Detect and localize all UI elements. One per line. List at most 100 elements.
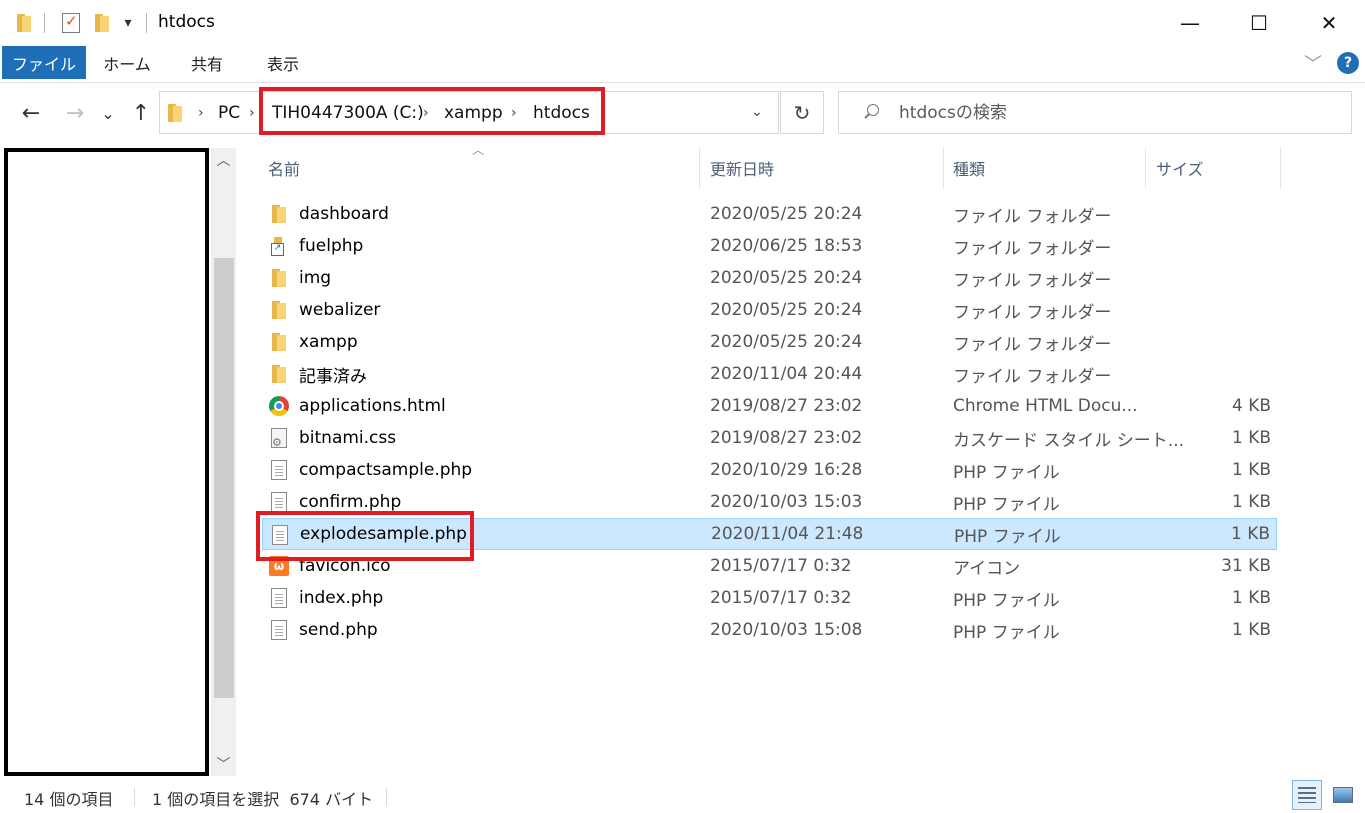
tab-file[interactable]: ファイル xyxy=(2,46,86,79)
navigation-pane[interactable] xyxy=(4,148,209,776)
refresh-button[interactable]: ↻ xyxy=(780,91,824,134)
tab-share[interactable]: 共有 xyxy=(172,46,242,79)
file-name: favicon.ico xyxy=(299,556,391,576)
chrome-icon xyxy=(269,396,289,416)
search-box[interactable] xyxy=(838,91,1352,134)
search-input[interactable] xyxy=(899,102,1319,123)
file-row-confirm[interactable]: confirm.php 2020/10/03 15:03 PHP ファイル 1 … xyxy=(262,486,1277,518)
file-row-dashboard[interactable]: dashboard 2020/05/25 20:24 ファイル フォルダー xyxy=(262,198,1277,230)
file-type: ファイル フォルダー xyxy=(953,206,1112,227)
large-icons-view-icon xyxy=(1333,787,1353,803)
file-type: PHP ファイル xyxy=(953,622,1060,643)
details-view-icon xyxy=(1298,787,1316,803)
document-icon xyxy=(269,588,289,608)
breadcrumb-xampp[interactable]: xampp xyxy=(444,92,503,133)
scroll-up-icon[interactable]: ︿ xyxy=(211,148,236,172)
status-bar: 14 個の項目 1 個の項目を選択 674 バイト xyxy=(0,780,1365,813)
css-file-icon xyxy=(269,428,289,449)
tab-view[interactable]: 表示 xyxy=(248,46,318,79)
file-name: compactsample.php xyxy=(299,460,473,480)
folder-icon xyxy=(269,300,289,320)
scrollbar-thumb[interactable] xyxy=(214,258,234,698)
file-type: PHP ファイル xyxy=(954,526,1061,547)
file-row-index[interactable]: index.php 2015/07/17 0:32 PHP ファイル 1 KB xyxy=(262,582,1277,614)
file-type: ファイル フォルダー xyxy=(953,302,1112,323)
chevron-right-icon[interactable]: › xyxy=(511,92,517,133)
column-header-size[interactable]: サイズ xyxy=(1148,148,1281,188)
title-bar: ▾ htdocs — ☐ ✕ xyxy=(0,0,1365,46)
file-row-kiji[interactable]: 記事済み 2020/11/04 20:44 ファイル フォルダー xyxy=(262,358,1277,390)
address-history-dropdown[interactable]: ⌄ xyxy=(746,100,768,124)
help-icon[interactable]: ? xyxy=(1337,52,1359,74)
chevron-right-icon[interactable]: › xyxy=(423,92,429,133)
recent-locations-button[interactable]: ⌄ xyxy=(95,93,121,133)
details-view-button[interactable] xyxy=(1292,780,1322,810)
file-row-webalizer[interactable]: webalizer 2020/05/25 20:24 ファイル フォルダー xyxy=(262,294,1277,326)
file-type: アイコン xyxy=(953,558,1021,579)
large-icons-view-button[interactable] xyxy=(1328,780,1358,810)
chevron-right-icon[interactable]: › xyxy=(249,92,255,133)
navigation-pane-scrollbar[interactable]: ︿ ﹀ xyxy=(211,148,236,776)
chevron-right-icon[interactable]: › xyxy=(198,92,204,133)
file-name: xampp xyxy=(299,332,358,352)
expand-ribbon-icon[interactable]: ﹀ xyxy=(1300,50,1326,76)
file-row-xampp[interactable]: xampp 2020/05/25 20:24 ファイル フォルダー xyxy=(262,326,1277,358)
file-size: 1 KB xyxy=(1231,460,1271,480)
file-row-compactsample[interactable]: compactsample.php 2020/10/29 16:28 PHP フ… xyxy=(262,454,1277,486)
file-size: 1 KB xyxy=(1231,492,1271,512)
item-count: 14 個の項目 xyxy=(24,790,114,809)
file-type: ファイル フォルダー xyxy=(953,238,1112,259)
scroll-down-icon[interactable]: ﹀ xyxy=(211,752,236,776)
breadcrumb-drive[interactable]: TIH0447300A (C:) xyxy=(272,92,424,133)
address-bar[interactable]: › PC › TIH0447300A (C:) › xampp › htdocs xyxy=(159,91,779,134)
maximize-button[interactable]: ☐ xyxy=(1224,0,1294,46)
file-date: 2020/10/03 15:08 xyxy=(710,620,863,640)
file-type: PHP ファイル xyxy=(953,590,1060,611)
file-type: ファイル フォルダー xyxy=(953,366,1112,387)
file-name: fuelphp xyxy=(299,236,364,256)
file-type: カスケード スタイル シート... xyxy=(953,430,1185,451)
shortcut-folder-icon xyxy=(269,236,289,256)
file-date: 2020/05/25 20:24 xyxy=(710,332,863,352)
back-button[interactable]: ← xyxy=(14,93,48,133)
folder-icon xyxy=(269,364,289,384)
file-row-img[interactable]: img 2020/05/25 20:24 ファイル フォルダー xyxy=(262,262,1277,294)
file-list: dashboard 2020/05/25 20:24 ファイル フォルダー fu… xyxy=(262,198,1277,646)
file-row-favicon[interactable]: ω favicon.ico 2015/07/17 0:32 アイコン 31 KB xyxy=(262,550,1277,582)
minimize-button[interactable]: — xyxy=(1155,0,1225,46)
file-date: 2015/07/17 0:32 xyxy=(710,588,852,608)
file-type: Chrome HTML Docu... xyxy=(953,396,1138,416)
file-row-bitnami-css[interactable]: bitnami.css 2019/08/27 23:02 カスケード スタイル … xyxy=(262,422,1277,454)
file-date: 2020/11/04 20:44 xyxy=(710,364,863,384)
folder-icon xyxy=(269,268,289,288)
folder-icon xyxy=(269,204,289,224)
selection-info: 1 個の項目を選択 674 バイト xyxy=(152,790,374,809)
search-icon xyxy=(861,103,881,123)
up-button[interactable]: ↑ xyxy=(124,93,158,133)
column-header-date[interactable]: 更新日時 xyxy=(702,148,944,188)
properties-icon[interactable] xyxy=(60,11,82,35)
new-folder-icon[interactable] xyxy=(92,11,112,35)
file-row-applications-html[interactable]: applications.html 2019/08/27 23:02 Chrom… xyxy=(262,390,1277,422)
breadcrumb-htdocs[interactable]: htdocs xyxy=(533,92,590,133)
file-name: confirm.php xyxy=(299,492,402,512)
tab-home[interactable]: ホーム xyxy=(92,46,162,79)
file-date: 2020/05/25 20:24 xyxy=(710,300,863,320)
divider xyxy=(146,13,147,33)
breadcrumb-pc[interactable]: PC xyxy=(218,92,240,133)
folder-icon xyxy=(269,332,289,352)
customize-quick-access-icon[interactable]: ▾ xyxy=(118,11,138,35)
column-header-type[interactable]: 種類 xyxy=(946,148,1146,188)
file-row-explodesample[interactable]: explodesample.php 2020/11/04 21:48 PHP フ… xyxy=(262,518,1277,550)
close-button[interactable]: ✕ xyxy=(1294,0,1364,46)
file-date: 2020/05/25 20:24 xyxy=(710,204,863,224)
file-date: 2020/10/29 16:28 xyxy=(710,460,863,480)
xampp-icon: ω xyxy=(269,556,289,576)
file-row-send[interactable]: send.php 2020/10/03 15:08 PHP ファイル 1 KB xyxy=(262,614,1277,646)
forward-button[interactable]: → xyxy=(58,93,92,133)
file-row-fuelphp[interactable]: fuelphp 2020/06/25 18:53 ファイル フォルダー xyxy=(262,230,1277,262)
ribbon: ファイル ホーム 共有 表示 ﹀ xyxy=(0,46,1365,83)
column-header-name[interactable]: 名前 xyxy=(262,148,700,188)
file-name: send.php xyxy=(299,620,378,640)
file-name: applications.html xyxy=(299,396,446,416)
